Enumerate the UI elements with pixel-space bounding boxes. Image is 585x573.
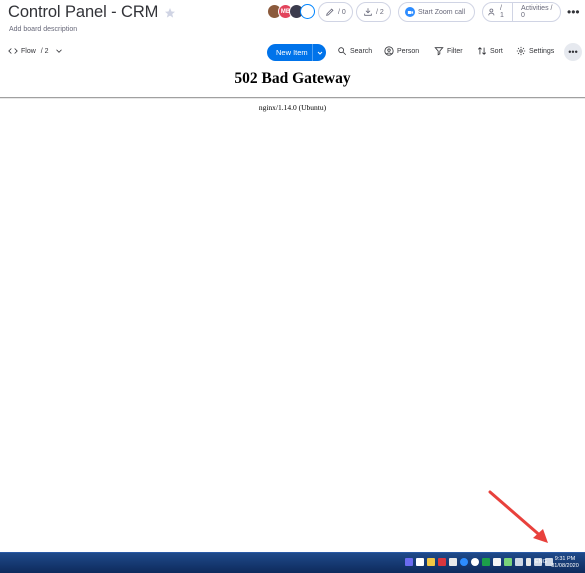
gear-icon — [516, 46, 526, 56]
windows-taskbar: ENG 9:31 PM 31/08/2020 — [0, 552, 585, 573]
view-switcher[interactable]: Flow / 2 — [8, 46, 64, 56]
app-tray-icon[interactable] — [405, 558, 413, 566]
app-tray-icon[interactable] — [438, 558, 446, 566]
divider — [0, 97, 585, 99]
board-title[interactable]: Control Panel - CRM — [8, 3, 158, 22]
more-dots-icon: ••• — [568, 47, 578, 57]
app-tray-icon[interactable] — [504, 558, 512, 566]
view-count: / 2 — [40, 47, 49, 55]
activities-button[interactable]: Activities / 0 — [516, 5, 560, 19]
app-tray-icon[interactable] — [493, 558, 501, 566]
zoom-call-label: Start Zoom call — [418, 8, 466, 16]
board-description[interactable]: Add board description — [9, 26, 77, 33]
avatar[interactable] — [300, 4, 315, 19]
system-tray — [405, 558, 553, 566]
sort-icon — [477, 47, 487, 55]
updates-count: / 0 — [338, 8, 346, 16]
chevron-down-icon — [317, 51, 322, 55]
app-tray-icon[interactable] — [416, 558, 424, 566]
search-button[interactable]: Search — [337, 46, 372, 56]
person-filter-button[interactable]: Person — [384, 46, 419, 56]
app-tray-icon[interactable] — [449, 558, 457, 566]
error-title: 502 Bad Gateway — [234, 70, 351, 87]
folder-icon[interactable] — [427, 558, 435, 566]
filter-icon — [434, 47, 444, 56]
star-icon[interactable] — [164, 7, 176, 19]
sort-label: Sort — [490, 47, 503, 55]
language-indicator[interactable]: ENG — [535, 559, 547, 565]
integrations-count: / 2 — [376, 8, 384, 16]
zoom-icon — [405, 7, 415, 17]
person-label: Person — [397, 47, 420, 55]
red-arrow-annotation — [488, 490, 548, 543]
updates-icon — [326, 8, 334, 16]
code-icon — [8, 48, 18, 54]
zoom-call-button[interactable]: Start Zoom call — [398, 2, 475, 22]
microphone-icon[interactable] — [526, 558, 531, 566]
integrations-icon — [364, 8, 372, 16]
board-title-row: Control Panel - CRM — [8, 3, 176, 22]
new-item-button[interactable]: New Item — [267, 44, 326, 61]
board-content: 502 Bad Gateway nginx/1.14.0 (Ubuntu) — [0, 66, 585, 552]
settings-label: Settings — [529, 47, 555, 55]
app-tray-icon[interactable] — [482, 558, 490, 566]
system-clock[interactable]: 9:31 PM 31/08/2020 — [549, 556, 581, 570]
app-tray-icon[interactable] — [471, 558, 479, 566]
person-icon — [384, 46, 394, 56]
network-icon[interactable] — [515, 558, 523, 566]
view-name: Flow — [21, 47, 36, 55]
settings-button[interactable]: Settings — [516, 46, 554, 56]
members-button[interactable]: / 1 — [483, 3, 513, 21]
new-item-dropdown[interactable] — [312, 44, 326, 61]
sort-button[interactable]: Sort — [477, 46, 503, 56]
more-options-button[interactable]: ••• — [564, 43, 582, 61]
search-icon — [338, 47, 347, 56]
members-icon — [488, 8, 495, 16]
subscribers-avatars[interactable]: MB — [267, 4, 315, 19]
members-activities-group: / 1 Activities / 0 — [482, 2, 561, 22]
members-count: / 1 — [499, 5, 504, 19]
filter-button[interactable]: Filter — [434, 46, 463, 56]
new-item-label: New Item — [276, 48, 308, 57]
filter-label: Filter — [447, 47, 463, 55]
updates-button[interactable]: / 0 — [318, 2, 353, 22]
chevron-down-icon — [55, 49, 62, 53]
board-toolbar: Flow / 2 New Item Search Person Filter S… — [0, 42, 585, 64]
error-server: nginx/1.14.0 (Ubuntu) — [258, 103, 327, 112]
more-options-icon[interactable]: ••• — [567, 6, 580, 18]
clock-time: 9:31 PM — [554, 556, 576, 562]
search-label: Search — [350, 47, 373, 55]
bluetooth-icon[interactable] — [460, 558, 468, 566]
integrations-button[interactable]: / 2 — [356, 2, 391, 22]
clock-date: 31/08/2020 — [551, 563, 579, 569]
